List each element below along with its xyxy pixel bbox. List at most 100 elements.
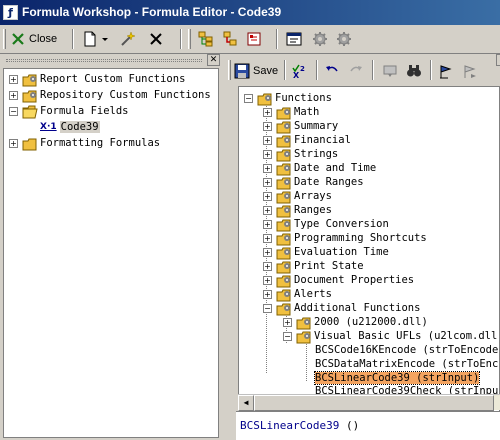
editor-toolbar: Save 2X [226, 58, 500, 85]
tree-item-strings[interactable]: + Strings [263, 147, 338, 162]
bookmark-button[interactable] [438, 60, 454, 82]
tree-item-formatting-formulas[interactable]: + Formatting Formulas [9, 136, 160, 151]
save-button[interactable]: Save [234, 60, 278, 82]
expand-icon[interactable]: + [263, 261, 272, 271]
pane-grip[interactable] [6, 59, 202, 62]
expand-icon[interactable]: + [9, 74, 18, 84]
expand-icon[interactable]: + [9, 138, 18, 148]
tree-item-additional-functions[interactable]: − Additional Functions [263, 301, 421, 316]
tree-item-alerts[interactable]: + Alerts [263, 287, 332, 302]
expand-icon[interactable]: + [263, 205, 272, 215]
tree-item-document-properties[interactable]: + Document Properties [263, 273, 415, 288]
check-button[interactable]: 2X [292, 60, 308, 82]
formula-code[interactable]: BCSLinearCode39 () [240, 419, 359, 432]
tree-item-date-and-time[interactable]: + Date and Time [263, 161, 377, 176]
tree-item-function-selected[interactable]: BCSLinearCode39 (strInput) [313, 371, 481, 385]
expand-icon[interactable]: + [283, 317, 292, 327]
formula-icon [246, 31, 262, 47]
expand-icon[interactable]: + [263, 163, 272, 173]
tree-item-function[interactable]: BCSCode16KEncode (strToEncode) [315, 343, 499, 357]
tree-item-programming-shortcuts[interactable]: + Programming Shortcuts [263, 231, 427, 246]
scroll-left-icon[interactable]: ◀ [238, 395, 254, 411]
tree-item-ranges[interactable]: + Ranges [263, 203, 332, 218]
show-tree-button[interactable] [198, 28, 214, 50]
pane-close-button[interactable]: ✕ [207, 54, 220, 66]
wizard-button[interactable] [120, 28, 136, 50]
close-icon [10, 31, 26, 47]
tree-item-label: Document Properties [294, 274, 415, 286]
properties-button[interactable] [286, 28, 302, 50]
browse-data-button[interactable] [382, 60, 398, 82]
function-folder-icon [276, 246, 292, 260]
undo-button[interactable] [324, 60, 340, 82]
expand-icon[interactable]: + [263, 233, 272, 243]
expand-icon[interactable]: + [263, 219, 272, 229]
settings-button[interactable] [336, 28, 352, 50]
expand-icon[interactable]: + [263, 135, 272, 145]
find-button[interactable] [406, 60, 422, 82]
formula-editor-pane: ✕ Save 2X [226, 54, 500, 440]
toolbar-grip[interactable] [3, 29, 6, 49]
tree-item-type-conversion[interactable]: + Type Conversion [263, 217, 389, 232]
svg-text:X: X [293, 71, 300, 79]
expand-icon[interactable]: + [263, 275, 272, 285]
code-function-name: BCSLinearCode39 [240, 419, 340, 432]
redo-button[interactable] [348, 60, 364, 82]
function-folder-icon [276, 204, 292, 218]
scroll-thumb[interactable] [254, 395, 494, 411]
tree-item-print-state[interactable]: + Print State [263, 259, 364, 274]
options-button[interactable] [312, 28, 328, 50]
tree-item-functions[interactable]: − Functions [244, 91, 332, 106]
tree-item-formula-fields[interactable]: − Formula Fields [9, 104, 129, 119]
main-toolbar: Close [0, 25, 500, 54]
tree-item-date-ranges[interactable]: + Date Ranges [263, 175, 364, 190]
expand-icon[interactable]: + [263, 191, 272, 201]
workshop-tree: + Report Custom Functions + Repository C… [3, 68, 219, 438]
next-bookmark-button[interactable] [462, 60, 478, 82]
expand-icon[interactable]: + [9, 90, 18, 100]
formula-expert-button[interactable] [246, 28, 262, 50]
close-button[interactable]: Close [10, 28, 57, 50]
tree-item-arrays[interactable]: + Arrays [263, 189, 332, 204]
tree-item-code39[interactable]: X·1 Code39 [40, 120, 100, 134]
tree-item-visual-basic-ufls[interactable]: − Visual Basic UFLs (u2lcom.dll) [283, 329, 499, 344]
tree-item-label: Additional Functions [294, 302, 421, 314]
tree-item-label: Type Conversion [294, 218, 389, 230]
toolbar-grip[interactable] [188, 29, 191, 49]
toolbar-grip[interactable] [228, 60, 231, 80]
tree-item-evaluation-time[interactable]: + Evaluation Time [263, 245, 389, 260]
folder-open-icon [22, 105, 38, 119]
tree-item-summary[interactable]: + Summary [263, 119, 338, 134]
expand-icon[interactable]: + [263, 149, 272, 159]
tree-item-financial[interactable]: + Financial [263, 133, 351, 148]
tree-item-2000[interactable]: + 2000 (u212000.dll) [283, 315, 428, 330]
collapse-icon[interactable]: − [9, 106, 18, 116]
tree-item-label: Date and Time [294, 162, 377, 174]
toggle-tree-button[interactable] [222, 28, 238, 50]
delete-button[interactable] [148, 28, 164, 50]
new-dropdown-button[interactable] [101, 28, 109, 50]
tree-item-report-custom-functions[interactable]: + Report Custom Functions [9, 72, 185, 87]
expand-icon[interactable]: + [263, 107, 272, 117]
formula-text-editor[interactable]: BCSLinearCode39 () [236, 411, 500, 440]
tree-item-function[interactable]: BCSDataMatrixEncode (strToEncode) [315, 357, 499, 371]
expand-icon[interactable]: + [263, 121, 272, 131]
redo-icon [348, 63, 364, 79]
horizontal-scrollbar[interactable]: ◀ [238, 394, 500, 411]
new-button[interactable] [82, 28, 98, 50]
toolbar-separator [430, 60, 432, 80]
expand-icon[interactable]: + [263, 289, 272, 299]
tree-item-math[interactable]: + Math [263, 105, 319, 120]
function-folder-icon [276, 148, 292, 162]
collapse-icon[interactable]: − [263, 303, 272, 313]
gear-icon [312, 31, 328, 47]
expand-icon[interactable]: + [263, 247, 272, 257]
function-folder-icon [276, 176, 292, 190]
tree-item-repository-custom-functions[interactable]: + Repository Custom Functions [9, 88, 211, 103]
collapse-icon[interactable]: − [283, 331, 292, 341]
collapse-icon[interactable]: − [244, 93, 253, 103]
tree-icon [198, 31, 214, 47]
tree-item-label: Programming Shortcuts [294, 232, 427, 244]
save-icon [234, 63, 250, 79]
expand-icon[interactable]: + [263, 177, 272, 187]
